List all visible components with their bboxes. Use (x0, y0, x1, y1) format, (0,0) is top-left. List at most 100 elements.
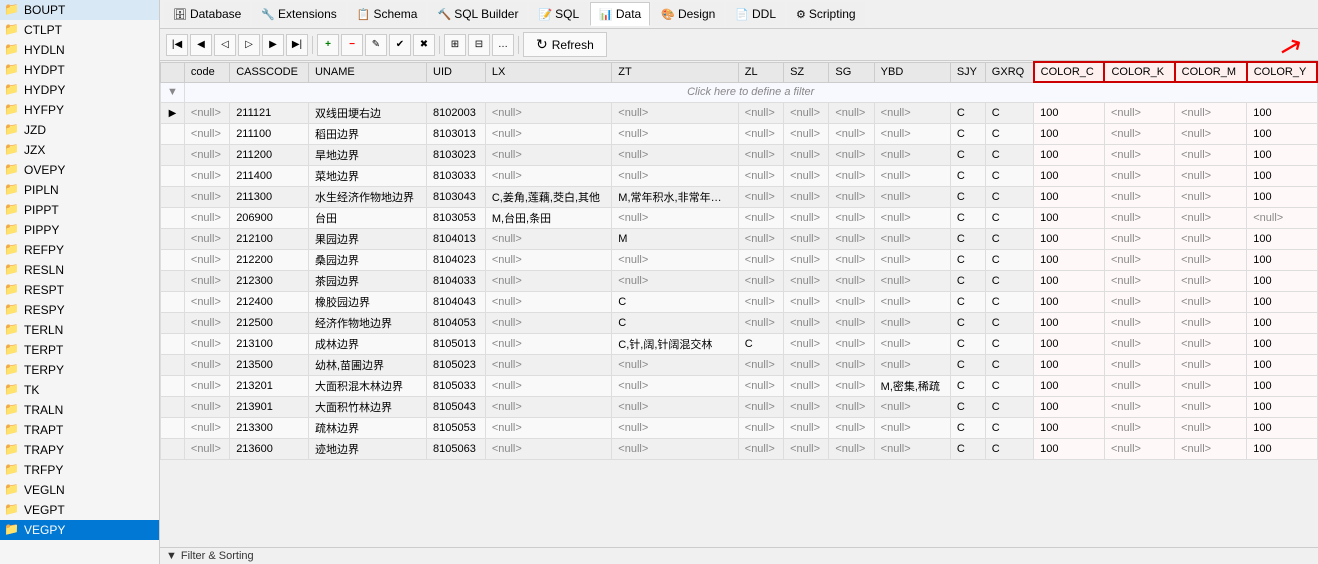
table-row[interactable]: <null>213201大面积混木林边界8105033<null><null><… (161, 375, 1318, 396)
cell-casscode: 212300 (230, 270, 309, 291)
nav-add-btn[interactable]: + (317, 34, 339, 56)
col-header-uid[interactable]: UID (427, 62, 486, 82)
sidebar-item-terln[interactable]: 📁TERLN (0, 320, 159, 340)
tab-sql[interactable]: 📝SQL (529, 2, 588, 26)
sidebar-item-hyfpy[interactable]: 📁HYFPY (0, 100, 159, 120)
data-grid-container[interactable]: codeCASSCODEUNAMEUIDLXZTZLSZSGYBDSJYGXRQ… (160, 61, 1318, 547)
sidebar-item-trapy[interactable]: 📁TRAPY (0, 440, 159, 460)
col-header-sz[interactable]: SZ (784, 62, 829, 82)
sidebar-item-pippt[interactable]: 📁PIPPT (0, 200, 159, 220)
tab-schema[interactable]: 📋Schema (348, 2, 427, 26)
cell-sjy: C (950, 438, 985, 459)
nav-more-btn[interactable]: … (492, 34, 514, 56)
nav-check-btn[interactable]: ✔ (389, 34, 411, 56)
sidebar-item-trapt[interactable]: 📁TRAPT (0, 420, 159, 440)
tab-database[interactable]: 🗄Database (164, 2, 250, 26)
cell-sg: <null> (829, 312, 874, 333)
col-header-sjy[interactable]: SJY (950, 62, 985, 82)
null-value: <null> (790, 212, 820, 224)
cell-color_k: <null> (1104, 291, 1174, 312)
nav-first-btn[interactable]: |◀ (166, 34, 188, 56)
sidebar-item-jzd[interactable]: 📁JZD (0, 120, 159, 140)
cell-uname: 台田 (308, 207, 426, 228)
sidebar-item-vegpt[interactable]: 📁VEGPT (0, 500, 159, 520)
null-value: <null> (881, 422, 911, 434)
sidebar-item-tk[interactable]: 📁TK (0, 380, 159, 400)
col-header-sg[interactable]: SG (829, 62, 874, 82)
col-header-uname[interactable]: UNAME (308, 62, 426, 82)
table-row[interactable]: <null>212200桑园边界8104023<null><null><null… (161, 249, 1318, 270)
sidebar-item-terpt[interactable]: 📁TERPT (0, 340, 159, 360)
col-header-zl[interactable]: ZL (738, 62, 783, 82)
col-header-ybd[interactable]: YBD (874, 62, 950, 82)
nav-paste-btn[interactable]: ⊟ (468, 34, 490, 56)
col-header-casscode[interactable]: CASSCODE (230, 62, 309, 82)
col-header-color_c[interactable]: COLOR_C (1034, 62, 1105, 82)
col-header-color_m[interactable]: COLOR_M (1175, 62, 1247, 82)
nav-forward-btn[interactable]: ▷ (238, 34, 260, 56)
tab-sql-builder[interactable]: 🔨SQL Builder (428, 2, 527, 26)
table-row[interactable]: <null>213600迹地边界8105063<null><null><null… (161, 438, 1318, 459)
sidebar-item-resln[interactable]: 📁RESLN (0, 260, 159, 280)
col-header-lx[interactable]: LX (485, 62, 611, 82)
col-header-zt[interactable]: ZT (612, 62, 738, 82)
col-header-code[interactable]: code (184, 62, 229, 82)
table-row[interactable]: <null>212500经济作物地边界8104053<null>C<null><… (161, 312, 1318, 333)
tab-scripting[interactable]: ⚙Scripting (787, 2, 865, 26)
sidebar-item-respy[interactable]: 📁RESPY (0, 300, 159, 320)
sidebar-item-vegln[interactable]: 📁VEGLN (0, 480, 159, 500)
nav-edit-btn[interactable]: ✎ (365, 34, 387, 56)
nav-prev-btn[interactable]: ◀ (190, 34, 212, 56)
table-row[interactable]: <null>206900台田8103053M,台田,条田<null><null>… (161, 207, 1318, 228)
filter-cell-code[interactable]: Click here to define a filter (184, 82, 1317, 102)
sidebar-item-pipln[interactable]: 📁PIPLN (0, 180, 159, 200)
table-row[interactable]: <null>212100果园边界8104013<null>M<null><nul… (161, 228, 1318, 249)
sidebar-item-traln[interactable]: 📁TRALN (0, 400, 159, 420)
table-row[interactable]: <null>211300水生经济作物地边界8103043C,姜角,莲藕,茭白,其… (161, 186, 1318, 207)
null-value: <null> (790, 401, 820, 413)
refresh-button[interactable]: ↻ Refresh (523, 32, 607, 57)
nav-remove-btn[interactable]: − (341, 34, 363, 56)
sidebar-item-jzx[interactable]: 📁JZX (0, 140, 159, 160)
table-row[interactable]: <null>211200旱地边界8103023<null><null><null… (161, 144, 1318, 165)
table-row[interactable]: <null>211100稻田边界8103013<null><null><null… (161, 123, 1318, 144)
sidebar-item-pippy[interactable]: 📁PIPPY (0, 220, 159, 240)
table-row[interactable]: <null>213100成林边界8105013<null>C,针,阔,针阔混交林… (161, 333, 1318, 354)
table-row[interactable]: <null>213500幼林,苗圃边界8105023<null><null><n… (161, 354, 1318, 375)
nav-next-btn[interactable]: ▶ (262, 34, 284, 56)
null-value: <null> (790, 338, 820, 350)
sidebar-item-hydpt[interactable]: 📁HYDPT (0, 60, 159, 80)
sidebar-item-respt[interactable]: 📁RESPT (0, 280, 159, 300)
sidebar-item-terpy[interactable]: 📁TERPY (0, 360, 159, 380)
sidebar-item-trfpy[interactable]: 📁TRFPY (0, 460, 159, 480)
cell-lx: <null> (485, 165, 611, 186)
tab-extensions[interactable]: 🔧Extensions (252, 2, 345, 26)
folder-icon: 📁 (4, 382, 20, 398)
nav-copy-btn[interactable]: ⊞ (444, 34, 466, 56)
col-header-gxrq[interactable]: GXRQ (985, 62, 1033, 82)
sidebar-item-ovepy[interactable]: 📁OVEPY (0, 160, 159, 180)
tab-design[interactable]: 🎨Design (652, 2, 724, 26)
sidebar-item-hydln[interactable]: 📁HYDLN (0, 40, 159, 60)
sidebar-item-boupt[interactable]: 📁BOUPT (0, 0, 159, 20)
sidebar-item-refpy[interactable]: 📁REFPY (0, 240, 159, 260)
folder-icon: 📁 (4, 282, 20, 298)
nav-cancel-btn[interactable]: ✖ (413, 34, 435, 56)
tab-ddl[interactable]: 📄DDL (726, 2, 785, 26)
table-row[interactable]: <null>212300茶园边界8104033<null><null><null… (161, 270, 1318, 291)
nav-last-btn[interactable]: ▶| (286, 34, 308, 56)
table-row[interactable]: <null>211400菜地边界8103033<null><null><null… (161, 165, 1318, 186)
filter-row[interactable]: ▼Click here to define a filter (161, 82, 1318, 102)
sidebar-item-vegpy[interactable]: 📁VEGPY (0, 520, 159, 540)
table-row[interactable]: <null>213300疏林边界8105053<null><null><null… (161, 417, 1318, 438)
table-row[interactable]: <null>212400橡胶园边界8104043<null>C<null><nu… (161, 291, 1318, 312)
col-header-color_y[interactable]: COLOR_Y (1247, 62, 1317, 82)
cell-sz: <null> (784, 165, 829, 186)
nav-back-btn[interactable]: ◁ (214, 34, 236, 56)
sidebar-item-hydpy[interactable]: 📁HYDPY (0, 80, 159, 100)
sidebar-item-ctlpt[interactable]: 📁CTLPT (0, 20, 159, 40)
col-header-color_k[interactable]: COLOR_K (1104, 62, 1174, 82)
table-row[interactable]: <null>213901大面积竹林边界8105043<null><null><n… (161, 396, 1318, 417)
table-row[interactable]: ▶<null>211121双线田埂右边8102003<null><null><n… (161, 102, 1318, 123)
tab-data[interactable]: 📊Data (590, 2, 650, 26)
